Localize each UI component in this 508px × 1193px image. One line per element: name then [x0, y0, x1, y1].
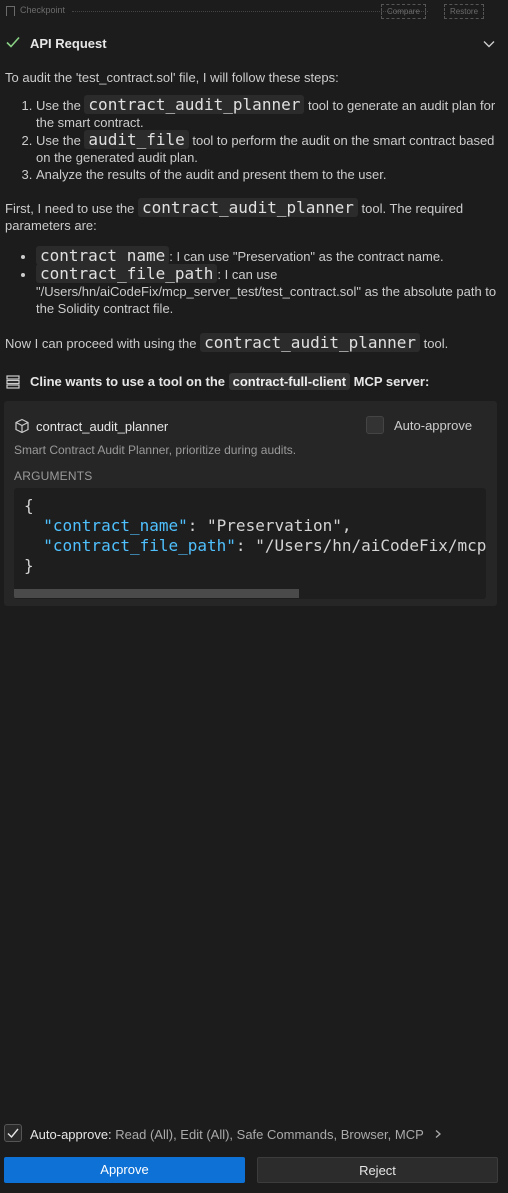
server-icon: [6, 375, 20, 392]
inline-code: contract_audit_planner: [84, 95, 305, 114]
auto-approve-summary[interactable]: Auto-approve: Read (All), Edit (All), Sa…: [30, 1127, 443, 1142]
tool-description: Smart Contract Audit Planner, prioritize…: [14, 443, 297, 457]
tool-panel: contract_audit_planner Auto-approve Smar…: [4, 401, 497, 606]
arguments-code-block[interactable]: { "contract_name": "Preservation", "cont…: [14, 488, 486, 599]
steps-list: Use the contract_audit_planner tool to g…: [20, 95, 498, 183]
bookmark-icon: [6, 6, 15, 16]
api-request-header[interactable]: API Request: [0, 30, 508, 56]
inline-code: audit_file: [84, 130, 189, 149]
header-title: API Request: [30, 36, 107, 51]
tool-use-prefix: Cline wants to use a tool on the: [30, 374, 229, 389]
first-paragraph: First, I need to use the contract_audit_…: [5, 198, 464, 233]
chevron-down-icon[interactable]: [482, 37, 496, 52]
list-item: contract_file_path: I can use "/Users/hn…: [36, 264, 498, 317]
inline-code: contract_name: [36, 246, 170, 265]
list-item: Use the contract_audit_planner tool to g…: [36, 95, 498, 131]
checkpoint-divider: [72, 11, 428, 12]
checkpoint-label: Checkpoint: [20, 5, 66, 15]
auto-approve-title: Auto-approve:: [30, 1127, 112, 1142]
arguments-label: ARGUMENTS: [14, 469, 93, 483]
tool-use-suffix: MCP server:: [350, 374, 430, 389]
auto-approve-toggle[interactable]: [4, 1124, 22, 1142]
code-key: "contract_name": [43, 516, 188, 535]
auto-approve-bar[interactable]: Auto-approve: Read (All), Edit (All), Sa…: [4, 1124, 504, 1144]
auto-approve-checkbox[interactable]: [366, 416, 384, 434]
inline-code: contract_file_path: [36, 264, 218, 283]
intro-text: To audit the 'test_contract.sol' file, I…: [5, 70, 339, 85]
proceed-paragraph: Now I can proceed with using the contrac…: [5, 333, 449, 352]
params-list: contract_name: I can use "Preservation" …: [20, 246, 498, 317]
chevron-right-icon[interactable]: [433, 1129, 443, 1139]
code-brace: }: [24, 556, 34, 575]
list-item: contract_name: I can use "Preservation" …: [36, 246, 498, 265]
server-badge: contract-full-client: [228, 373, 351, 390]
restore-button[interactable]: Restore: [444, 4, 485, 19]
check-icon: [5, 34, 21, 53]
tool-name: contract_audit_planner: [36, 419, 169, 434]
tool-use-heading: Cline wants to use a tool on the contrac…: [5, 373, 505, 391]
checkpoint-bar: Checkpoint Compare Restore: [0, 0, 508, 22]
code-brace: {: [24, 496, 34, 515]
list-item: Analyze the results of the audit and pre…: [36, 166, 498, 183]
code-value: : "Preservation",: [187, 516, 352, 535]
inline-code: contract_audit_planner: [137, 198, 358, 217]
reject-button[interactable]: Reject: [257, 1157, 498, 1183]
code-key: "contract_file_path": [43, 536, 236, 555]
code-value: : "/Users/hn/aiCodeFix/mcp: [235, 536, 486, 555]
inline-code: contract_audit_planner: [200, 333, 421, 352]
auto-approve-label[interactable]: Auto-approve: [394, 418, 472, 433]
package-icon: [14, 418, 30, 437]
horizontal-scrollbar[interactable]: [14, 589, 299, 598]
compare-button[interactable]: Compare: [381, 4, 426, 19]
list-item: Use the audit_file tool to perform the a…: [36, 130, 498, 166]
auto-approve-detail: Read (All), Edit (All), Safe Commands, B…: [111, 1127, 424, 1142]
approve-button[interactable]: Approve: [4, 1157, 245, 1183]
